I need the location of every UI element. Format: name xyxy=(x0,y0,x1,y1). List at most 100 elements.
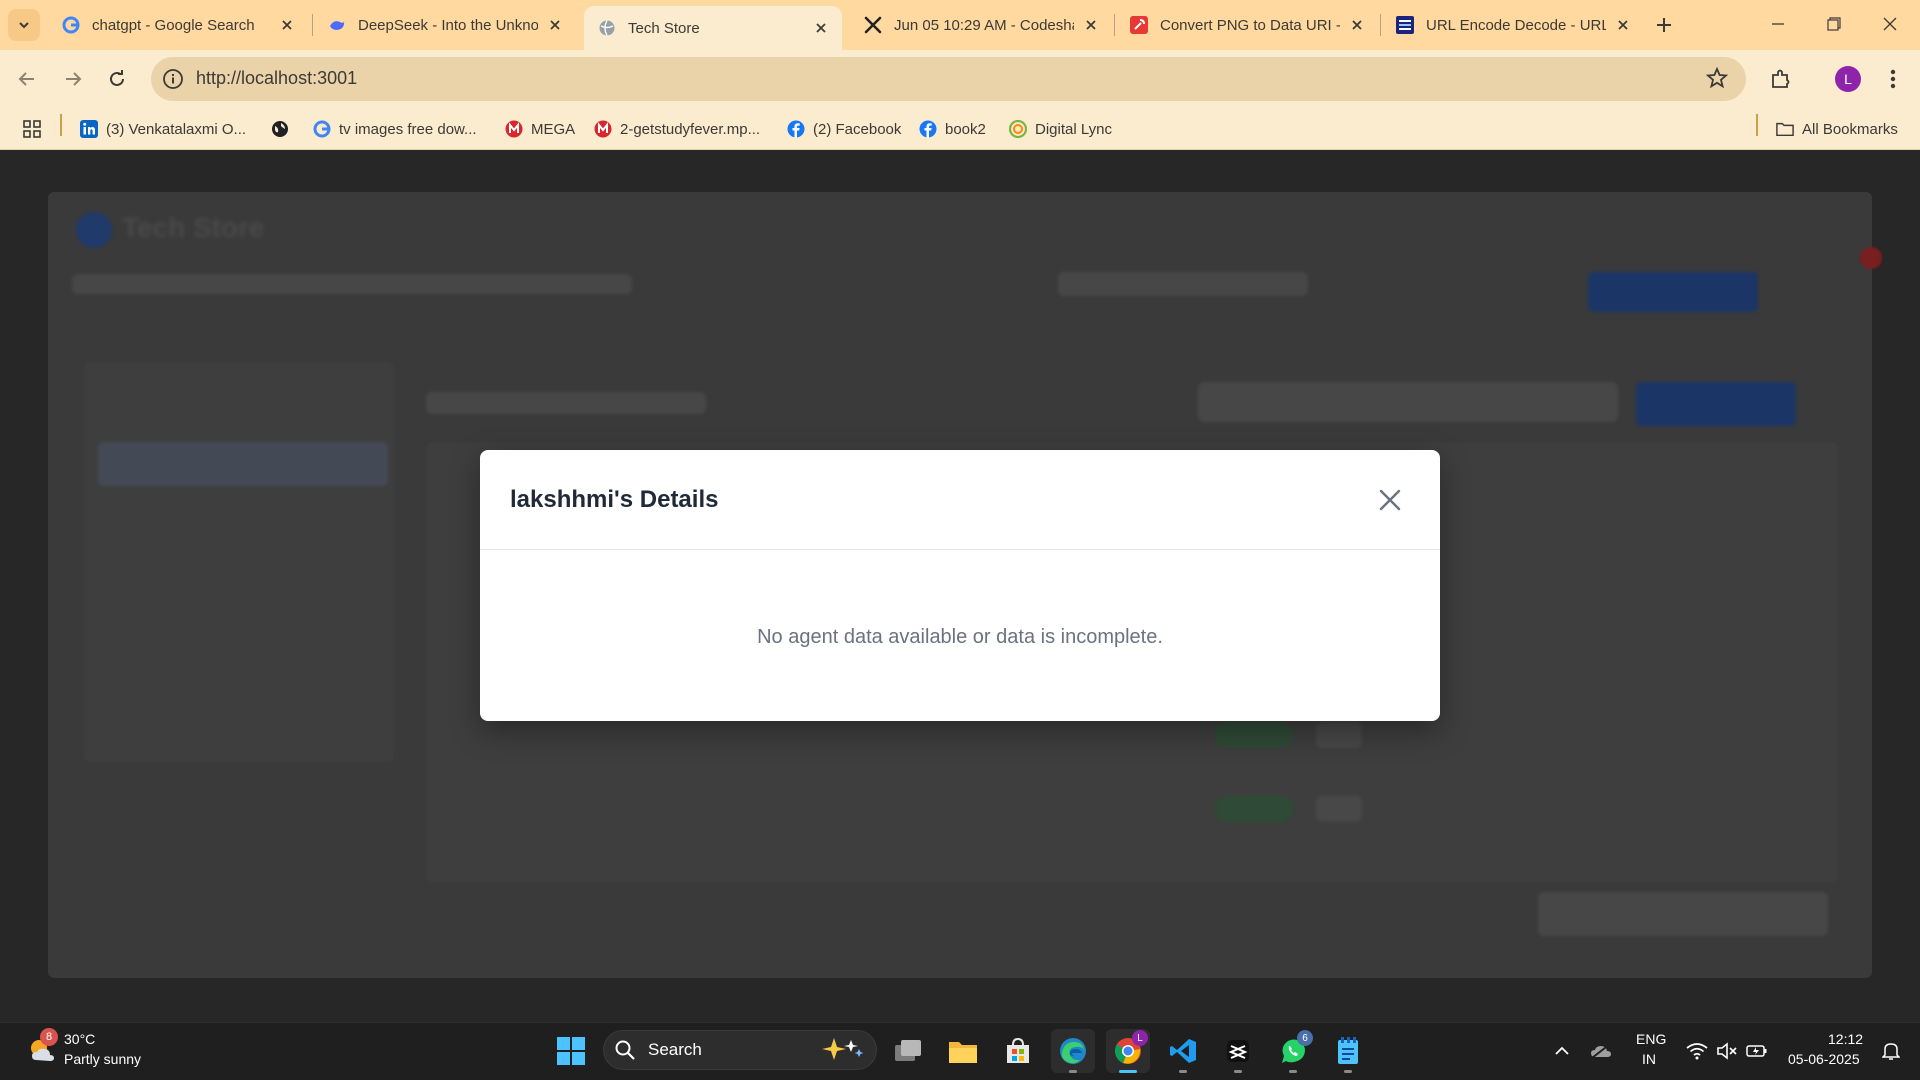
site-info-icon[interactable] xyxy=(162,68,184,90)
search-placeholder xyxy=(1058,272,1308,296)
bookmark-book2[interactable]: book2 xyxy=(919,115,986,143)
tab-search-button[interactable] xyxy=(8,9,40,41)
tab-tech-store[interactable]: Tech Store xyxy=(584,6,842,50)
weather-description[interactable]: Partly sunny xyxy=(64,1051,141,1067)
edge-button[interactable] xyxy=(1051,1029,1095,1073)
all-bookmarks-label: All Bookmarks xyxy=(1802,120,1898,138)
task-view-icon xyxy=(895,1040,921,1061)
vscode-icon xyxy=(1170,1039,1196,1063)
url-text[interactable]: http://localhost:3001 xyxy=(196,68,357,89)
mega-icon xyxy=(594,120,612,138)
new-tab-button[interactable] xyxy=(1650,11,1678,39)
apps-button[interactable] xyxy=(22,115,42,143)
close-icon[interactable] xyxy=(812,19,830,37)
close-icon[interactable] xyxy=(1082,16,1100,34)
bookmark-label: tv images free dow... xyxy=(339,120,477,138)
microsoft-store-button[interactable] xyxy=(996,1029,1040,1073)
taskbar-time[interactable]: 12:12 xyxy=(1828,1031,1863,1047)
modal-close-button[interactable] xyxy=(1374,484,1406,516)
bookmark-getstudyfever[interactable]: 2-getstudyfever.mp... xyxy=(594,115,760,143)
bookmark-label: book2 xyxy=(945,120,986,138)
running-indicator xyxy=(1069,1070,1077,1073)
modal-empty-message: No agent data available or data is incom… xyxy=(757,626,1163,648)
notepad-button[interactable] xyxy=(1326,1029,1370,1073)
copilot-sparkle-icon xyxy=(818,1036,866,1062)
bookmark-globe[interactable] xyxy=(271,115,297,143)
sidebar-active-placeholder xyxy=(98,442,388,486)
show-hidden-icons-button[interactable] xyxy=(1551,1040,1573,1062)
mega-icon xyxy=(505,120,523,138)
bookmarks-separator xyxy=(1756,114,1758,136)
wifi-icon[interactable] xyxy=(1686,1040,1708,1062)
capcut-button[interactable] xyxy=(1216,1029,1260,1073)
minimize-icon xyxy=(1772,23,1784,25)
profile-avatar[interactable]: L xyxy=(1835,66,1861,92)
speaker-muted-icon[interactable] xyxy=(1716,1040,1738,1062)
google-icon xyxy=(62,16,80,34)
menu-button[interactable] xyxy=(1878,64,1908,94)
bookmark-linkedin[interactable]: (3) Venkatalaxmi O... xyxy=(80,115,246,143)
notification-bell-icon xyxy=(1882,1043,1900,1060)
tab-title: DeepSeek - Into the Unknown xyxy=(358,16,538,34)
restore-button[interactable] xyxy=(1806,0,1862,48)
tab-title: chatgpt - Google Search xyxy=(92,16,255,34)
chrome-profile-badge: L xyxy=(1132,1030,1148,1046)
reload-button[interactable] xyxy=(100,62,134,96)
bookmark-mega[interactable]: MEGA xyxy=(505,115,575,143)
tab-convert-png[interactable]: Convert PNG to Data URI - Online xyxy=(1116,6,1378,44)
tab-codeshare[interactable]: Jun 05 10:29 AM - Codeshare xyxy=(850,6,1112,44)
language-region[interactable]: IN xyxy=(1642,1051,1656,1067)
running-indicator xyxy=(1179,1070,1187,1073)
status-pill-placeholder xyxy=(1214,796,1294,822)
bookmark-digital-lync[interactable]: Digital Lync xyxy=(1009,115,1112,143)
arrow-left-icon xyxy=(18,72,34,86)
close-icon xyxy=(1379,489,1401,511)
battery-charging-icon[interactable] xyxy=(1746,1040,1768,1062)
windows-logo-icon xyxy=(557,1037,585,1065)
close-window-button[interactable] xyxy=(1862,0,1918,48)
close-icon[interactable] xyxy=(546,16,564,34)
tab-url-encode-decode[interactable]: URL Encode Decode - URL xyxy=(1382,6,1644,44)
digitallync-icon xyxy=(1009,120,1027,138)
weather-badge: 8 xyxy=(40,1028,58,1046)
tab-chatgpt-google-search[interactable]: chatgpt - Google Search xyxy=(48,6,308,44)
reload-icon xyxy=(110,70,124,86)
agent-details-modal: lakshhmi's Details No agent data availab… xyxy=(480,450,1440,721)
file-explorer-button[interactable] xyxy=(941,1029,985,1073)
back-button[interactable] xyxy=(10,62,44,96)
plus-icon xyxy=(1657,18,1671,32)
minimize-button[interactable] xyxy=(1750,0,1806,48)
bookmarks-separator xyxy=(60,114,62,136)
task-view-button[interactable] xyxy=(886,1029,930,1073)
globe-dark-icon xyxy=(271,120,289,138)
app-brand: Tech Store xyxy=(122,212,265,243)
linkedin-icon xyxy=(80,120,98,138)
bookmark-facebook[interactable]: (2) Facebook xyxy=(787,115,901,143)
bookmark-tv-images[interactable]: tv images free dow... xyxy=(313,115,477,143)
windows-start-button[interactable] xyxy=(556,1036,586,1066)
close-icon[interactable] xyxy=(1348,16,1366,34)
chevron-up-icon xyxy=(1555,1046,1569,1055)
close-icon[interactable] xyxy=(1614,16,1632,34)
tab-deepseek[interactable]: DeepSeek - Into the Unknown xyxy=(314,6,576,44)
vscode-button[interactable] xyxy=(1161,1029,1205,1073)
bookmark-star-icon[interactable] xyxy=(1705,66,1729,90)
forward-button[interactable] xyxy=(56,62,90,96)
close-icon[interactable] xyxy=(278,16,296,34)
nav-links-placeholder xyxy=(72,274,632,294)
address-bar[interactable] xyxy=(151,57,1746,101)
extensions-button[interactable] xyxy=(1766,64,1796,94)
language-indicator[interactable]: ENG xyxy=(1636,1031,1666,1047)
bookmark-label: MEGA xyxy=(531,120,576,138)
bookmark-label: (3) Venkatalaxmi O... xyxy=(106,120,247,138)
facebook-icon xyxy=(787,120,805,138)
tag-placeholder xyxy=(1316,796,1362,822)
notifications-button[interactable] xyxy=(1880,1040,1902,1062)
onedrive-icon[interactable] xyxy=(1590,1040,1612,1062)
taskbar-date[interactable]: 05-06-2025 xyxy=(1788,1051,1860,1067)
weather-temperature[interactable]: 30°C xyxy=(64,1031,95,1047)
all-bookmarks-button[interactable]: All Bookmarks xyxy=(1776,115,1898,143)
tag-placeholder xyxy=(1316,722,1362,748)
folder-icon xyxy=(1776,120,1794,138)
manage-button-placeholder xyxy=(1588,272,1758,312)
